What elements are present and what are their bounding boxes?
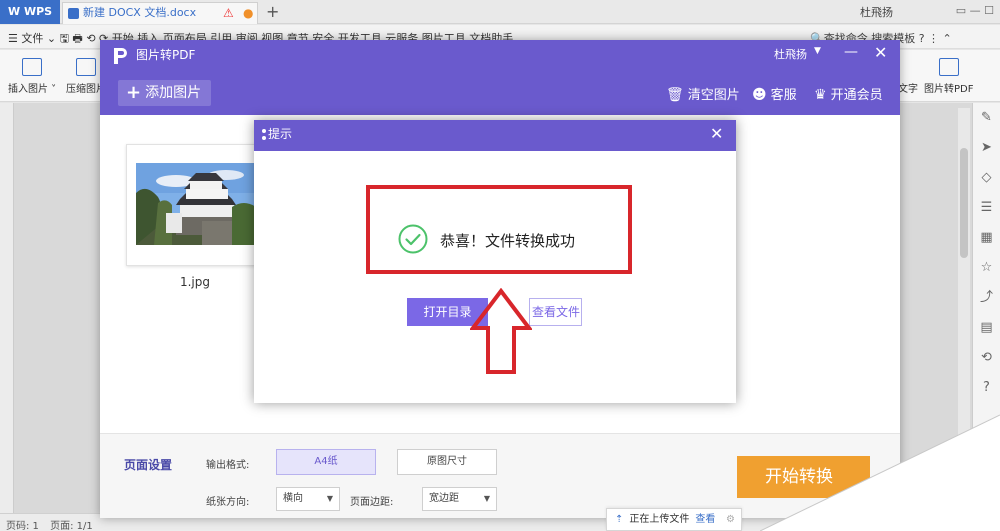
gear-icon[interactable]: ⚙ [726,509,735,530]
add-image-button[interactable]: + 添加图片 [118,80,211,106]
page-settings-title: 页面设置 [124,458,173,472]
margin-value: 宽边距 [429,493,459,504]
share-icon[interactable]: ⤴ [973,283,1000,313]
image-icon [22,58,43,76]
check-circle-icon [398,224,428,254]
pen-icon[interactable]: ✎ [973,103,1000,133]
close-button[interactable]: ✕ [874,43,887,62]
new-tab-button[interactable]: + [266,2,279,21]
history-icon[interactable]: ⟲ [973,343,1000,373]
status-page-count: 页面: 1/1 [50,521,93,531]
format-a4-button[interactable]: A4纸 [276,449,376,475]
upload-view-link[interactable]: 查看 [695,514,715,525]
text-icon [898,58,918,76]
vip-label: 开通会员 [830,88,883,103]
image-thumbnail-card[interactable] [126,144,264,266]
image-to-pdf-ribbon-button[interactable]: 图片转PDF [924,58,973,95]
add-image-label: 添加图片 [145,85,202,101]
warning-icon: ⚠ [223,6,234,20]
view-file-button[interactable]: 查看文件 [529,298,582,326]
pointer-icon[interactable]: ➤ [973,133,1000,163]
orientation-select[interactable]: 横向 ▼ [276,487,340,511]
insert-image-label: 插入图片 ˅ [8,84,57,95]
upload-arrow-icon: ⇡ [615,514,624,525]
status-page-code: 页码: 1 [6,521,39,531]
dialog-logo-icon [262,129,266,140]
plus-icon: + [126,82,142,103]
pdf-window-title: 图片转PDF [136,48,196,62]
vip-button[interactable]: ♛ 开通会员 [814,84,883,103]
compress-icon [76,58,96,76]
clear-images-button[interactable]: 🗑 清空图片 [666,84,740,103]
scroll-thumb[interactable] [960,148,968,258]
star-icon[interactable]: ☆ [973,253,1000,283]
customer-service-button[interactable]: ☻ 客服 [752,84,797,103]
page-curl-overlay [760,414,1000,531]
pdf-window-header: 图片转PDF 杜飛扬 ▼ — ✕ + 添加图片 🗑 清空图片 ☻ 客服 ♛ 开通会员 [100,40,900,115]
unsaved-dot-icon: ● [243,6,254,20]
margin-label: 页面边距: [350,497,394,508]
crown-icon: ♛ [814,87,827,103]
left-ruler [0,103,14,513]
pdf-icon [938,58,959,76]
document-icon [68,8,79,19]
pdf-app-logo-icon [114,48,127,64]
settings-sliders-icon[interactable]: ☰ [973,193,1000,223]
success-dialog: 提示 ✕ 恭喜！文件转换成功 打开目录 查看文件 [254,120,736,403]
minimize-button[interactable]: — [844,44,858,60]
wps-user-name[interactable]: 杜飛扬 [860,4,893,20]
chevron-down-icon: ▼ [483,494,490,503]
image-to-text-label: 文字 [898,84,918,95]
insert-image-button[interactable]: 插入图片 ˅ [8,58,56,95]
image-file-name: 1.jpg [179,275,211,289]
annotation-arrow-up-icon [470,288,532,374]
user-menu-caret-icon[interactable]: ▼ [814,46,821,56]
margin-select[interactable]: 宽边距 ▼ [422,487,497,511]
wps-titlebar: W WPS 新建 DOCX 文档.docx ⚠ ● + 杜飛扬 ▭ — ☐ [0,0,1000,24]
format-original-size-button[interactable]: 原图尺寸 [397,449,497,475]
image-to-pdf-ribbon-label: 图片转PDF [924,84,974,95]
smile-icon: ☻ [752,87,767,103]
output-format-label: 输出格式: [206,460,250,471]
gallery-icon[interactable]: ▦ [973,223,1000,253]
dialog-close-button[interactable]: ✕ [710,124,723,143]
orientation-label: 纸张方向: [206,497,250,508]
shape-icon[interactable]: ◇ [973,163,1000,193]
pdf-user-name[interactable]: 杜飛扬 [774,46,807,62]
success-message: 恭喜！文件转换成功 [440,232,576,250]
archive-icon[interactable]: ▤ [973,313,1000,343]
chevron-down-icon: ▼ [326,494,333,503]
orientation-value: 横向 [283,493,303,504]
document-tab-label: 新建 DOCX 文档.docx [83,6,197,19]
document-tab[interactable]: 新建 DOCX 文档.docx ⚠ ● [62,2,258,24]
trash-icon: 🗑 [666,87,684,103]
window-controls[interactable]: ▭ — ☐ [956,4,994,17]
upload-status-text: 正在上传文件 [629,514,690,525]
dialog-header: 提示 ✕ [254,120,736,151]
dialog-title: 提示 [268,127,293,141]
wps-logo[interactable]: W WPS [0,0,60,24]
customer-service-label: 客服 [770,88,797,103]
image-to-text-button[interactable]: 文字 [898,58,918,95]
clear-images-label: 清空图片 [687,88,740,103]
castle-photo [136,163,256,245]
upload-notification: ⇡ 正在上传文件 查看 ⚙ [606,508,742,531]
